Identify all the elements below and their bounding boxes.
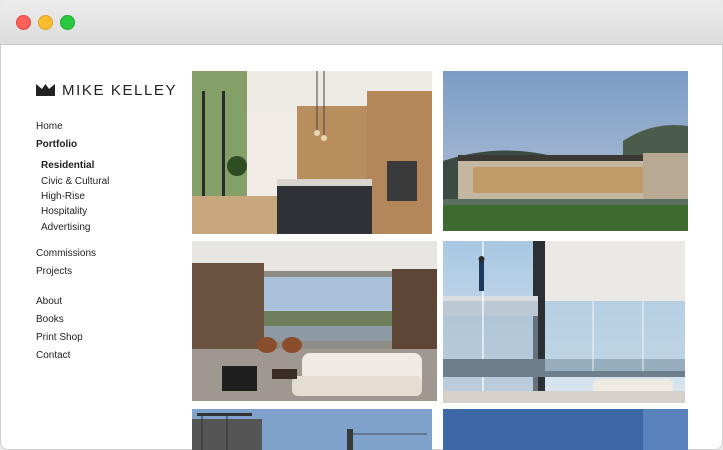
site-logo[interactable]: MIKE KELLEY <box>36 80 177 100</box>
close-window-icon[interactable] <box>16 15 31 30</box>
logo-mark-icon <box>36 84 55 96</box>
gallery-photo-glass-balcony[interactable] <box>443 241 685 403</box>
nav-commissions[interactable]: Commissions <box>36 248 96 259</box>
nav-civic-cultural[interactable]: Civic & Cultural <box>41 176 109 187</box>
nav-contact[interactable]: Contact <box>36 350 70 361</box>
nav-about[interactable]: About <box>36 296 62 307</box>
window-titlebar <box>0 0 723 45</box>
nav-portfolio[interactable]: Portfolio <box>36 139 77 150</box>
nav-advertising[interactable]: Advertising <box>41 222 90 233</box>
nav-residential[interactable]: Residential <box>41 160 94 171</box>
gallery-photo-exterior-blue[interactable] <box>443 409 688 450</box>
browser-window: MIKE KELLEY Home Portfolio Residential C… <box>0 0 723 450</box>
gallery-photo-kitchen[interactable] <box>192 71 432 234</box>
minimize-window-icon[interactable] <box>38 15 53 30</box>
nav-projects[interactable]: Projects <box>36 266 72 277</box>
gallery-photo-living-room[interactable] <box>192 241 437 401</box>
gallery-photo-rooftop[interactable] <box>192 409 432 450</box>
gallery-photo-house-dusk[interactable] <box>443 71 688 231</box>
nav-print-shop[interactable]: Print Shop <box>36 332 83 343</box>
nav-books[interactable]: Books <box>36 314 64 325</box>
nav-hospitality[interactable]: Hospitality <box>41 206 87 217</box>
nav-high-rise[interactable]: High-Rise <box>41 191 85 202</box>
nav-home[interactable]: Home <box>36 121 63 132</box>
zoom-window-icon[interactable] <box>60 15 75 30</box>
brand-name: MIKE KELLEY <box>62 81 178 99</box>
